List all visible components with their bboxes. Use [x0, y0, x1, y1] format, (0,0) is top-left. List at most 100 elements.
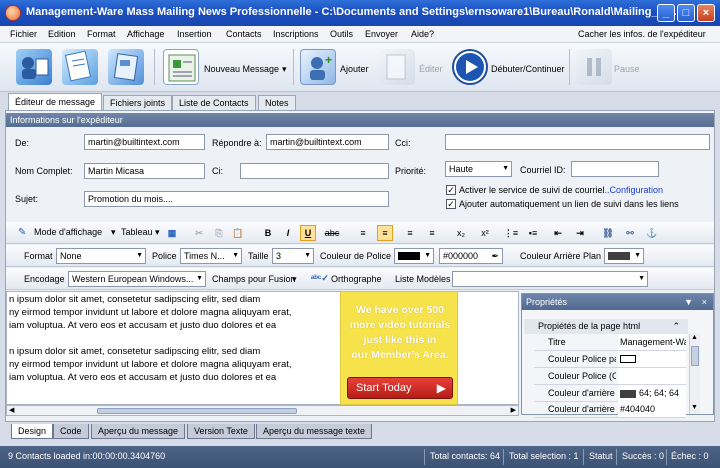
hide-sender-info-link[interactable]: Cacher les infos. de l'expéditeur — [578, 29, 706, 39]
property-row[interactable]: Couleur Police (C — [534, 368, 686, 385]
merge-fields-button[interactable]: Champs pour Fusion — [212, 274, 296, 284]
subject-input[interactable]: Promotion du mois.... — [84, 191, 389, 207]
add-icon[interactable]: + — [300, 49, 336, 85]
tab-design[interactable]: Design — [11, 424, 54, 439]
auto-link-checkbox[interactable]: ✓ — [446, 199, 456, 209]
templates-select[interactable]: ▼ — [452, 271, 648, 287]
property-row[interactable]: Titre Management-Wa — [534, 334, 686, 351]
property-row[interactable]: Couleur Police pa — [534, 351, 686, 368]
minimize-button[interactable]: _ — [657, 4, 675, 22]
app-icon[interactable] — [5, 5, 21, 21]
superscript-icon[interactable]: x² — [477, 225, 493, 241]
font-color-hex-input[interactable]: #000000 ✒ — [439, 248, 503, 264]
numbered-list-icon[interactable]: ⋮≡ — [503, 225, 519, 241]
font-select[interactable]: Times N... ▼ — [180, 248, 242, 264]
tracking-checkbox[interactable]: ✓ — [446, 185, 456, 195]
spellcheck-icon[interactable]: ᵃᵇᶜ✓ — [311, 273, 329, 284]
pin-icon[interactable]: ▼ — [684, 294, 693, 310]
close-button[interactable]: × — [697, 4, 715, 22]
italic-button[interactable]: I — [280, 225, 296, 241]
add-button[interactable]: Ajouter — [340, 64, 369, 74]
reply-to-input[interactable]: martin@builtintext.com — [266, 134, 389, 150]
maximize-button[interactable]: □ — [677, 4, 695, 22]
chevron-down-icon[interactable]: ▾ — [282, 64, 287, 75]
underline-button[interactable]: U — [300, 225, 316, 241]
property-value[interactable] — [618, 368, 686, 384]
format-select[interactable]: None ▼ — [56, 248, 146, 264]
menu-affichage[interactable]: Affichage — [127, 29, 164, 39]
play-icon[interactable] — [452, 49, 488, 85]
properties-scrollbar[interactable]: ▲ ▼ — [689, 334, 700, 414]
property-value[interactable]: #404040 — [618, 401, 686, 417]
menu-fichier[interactable]: Fichier — [10, 29, 37, 39]
close-icon[interactable]: × — [702, 294, 707, 310]
indent-icon[interactable]: ⇥ — [572, 225, 588, 241]
unlink-icon[interactable]: ⚯ — [622, 225, 638, 241]
menu-aide[interactable]: Aide? — [411, 29, 434, 39]
newsletter-icon[interactable] — [108, 49, 144, 85]
properties-section[interactable]: Propiétés de la page html ⌃ — [524, 319, 688, 334]
strikethrough-button[interactable]: abc — [324, 225, 340, 241]
menu-insertion[interactable]: Insertion — [177, 29, 212, 39]
table-button[interactable]: Tableau — [121, 227, 153, 237]
start-continue-button[interactable]: Débuter/Continuer — [491, 64, 565, 74]
scroll-right-icon[interactable]: ▶ — [511, 406, 516, 414]
outdent-icon[interactable]: ⇤ — [550, 225, 566, 241]
tab-attachments[interactable]: Fichiers joints — [103, 95, 173, 110]
chevron-down-icon[interactable]: ▾ — [155, 227, 160, 238]
font-color-select[interactable]: ▼ — [394, 248, 434, 264]
align-center-icon[interactable]: ≡ — [377, 225, 393, 241]
cc-input[interactable] — [240, 163, 389, 179]
priority-select[interactable]: Haute ▼ — [445, 161, 512, 177]
property-value[interactable]: 64; 64; 64 — [618, 385, 686, 401]
scroll-up-icon[interactable]: ▲ — [691, 334, 698, 341]
courriel-id-input[interactable] — [571, 161, 659, 177]
new-message-button[interactable]: Nouveau Message — [204, 64, 279, 74]
property-row[interactable]: Couleur d'arrière 64; 64; 64 — [534, 385, 686, 402]
menu-edition[interactable]: Edition — [48, 29, 76, 39]
menu-format[interactable]: Format — [87, 29, 116, 39]
tab-code[interactable]: Code — [53, 424, 89, 439]
tab-text-preview[interactable]: Aperçu du message texte — [256, 424, 373, 439]
tracking-config-link[interactable]: ...Configuration — [602, 185, 663, 195]
menu-envoyer[interactable]: Envoyer — [365, 29, 398, 39]
chevron-down-icon[interactable]: ▾ — [292, 274, 297, 285]
size-select[interactable]: 3 ▼ — [272, 248, 314, 264]
grid-icon[interactable]: ▦ — [164, 225, 180, 241]
align-left-icon[interactable]: ≡ — [355, 225, 371, 241]
scrollbar-thumb[interactable] — [691, 346, 699, 366]
justify-icon[interactable]: ≡ — [424, 225, 440, 241]
property-value[interactable] — [618, 351, 686, 367]
anchor-icon[interactable]: ⚓ — [644, 225, 660, 241]
bullet-list-icon[interactable]: •≡ — [525, 225, 541, 241]
scroll-down-icon[interactable]: ▼ — [691, 404, 698, 411]
link-icon[interactable]: ⛓ — [600, 225, 616, 241]
scroll-left-icon[interactable]: ◀ — [9, 406, 14, 414]
encoding-select[interactable]: Western European Windows... ▼ — [68, 271, 206, 287]
bg-color-select[interactable]: ▼ — [604, 248, 644, 264]
documents-icon[interactable] — [62, 49, 98, 85]
property-row[interactable]: Couleur d'arrière #404040 — [534, 401, 686, 418]
align-right-icon[interactable]: ≡ — [402, 225, 418, 241]
contacts-icon[interactable] — [16, 49, 52, 85]
menu-outils[interactable]: Outils — [330, 29, 353, 39]
subscript-icon[interactable]: x₂ — [453, 225, 469, 241]
tab-text-version[interactable]: Version Texte — [187, 424, 255, 439]
bold-button[interactable]: B — [260, 225, 276, 241]
view-mode-button[interactable]: Mode d'affichage — [34, 227, 102, 237]
eyedropper-icon[interactable]: ✒ — [491, 249, 499, 263]
spelling-button[interactable]: Orthographe — [331, 274, 382, 284]
collapse-icon[interactable]: ⌃ — [672, 319, 680, 334]
from-input[interactable]: martin@builtintext.com — [84, 134, 205, 150]
new-message-icon[interactable] — [163, 49, 199, 85]
paste-icon[interactable]: 📋 — [230, 225, 246, 241]
bcc-input[interactable] — [445, 134, 710, 150]
property-value[interactable]: Management-Wa — [618, 334, 686, 350]
menu-contacts[interactable]: Contacts — [226, 29, 262, 39]
tab-notes[interactable]: Notes — [258, 95, 296, 110]
scrollbar-thumb[interactable] — [97, 408, 297, 414]
editor-horizontal-scrollbar[interactable]: ◀ ▶ — [6, 405, 519, 416]
tab-message-preview[interactable]: Aperçu du message — [91, 424, 186, 439]
tab-contact-list[interactable]: Liste de Contacts — [172, 95, 256, 110]
chevron-down-icon[interactable]: ▾ — [111, 227, 116, 238]
